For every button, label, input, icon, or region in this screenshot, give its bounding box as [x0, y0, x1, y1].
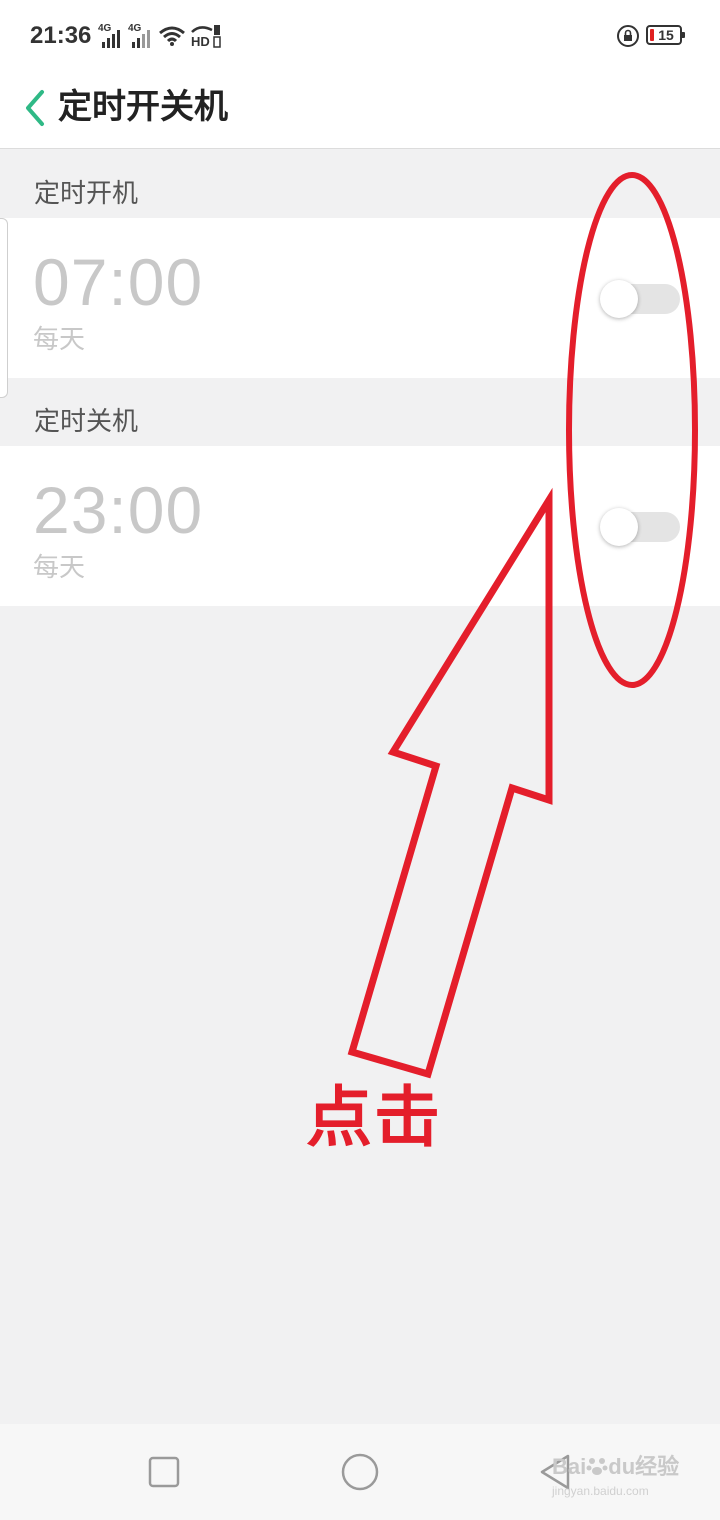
- hd-label: HD: [191, 34, 210, 49]
- power-on-toggle[interactable]: [600, 280, 680, 318]
- signal-icon: 4G: [98, 24, 124, 48]
- power-on-repeat: 每天: [33, 325, 86, 355]
- status-time: 21:36: [30, 22, 92, 49]
- baidu-watermark: Bai du经验: [552, 1454, 679, 1480]
- side-handle[interactable]: [0, 218, 8, 398]
- rotation-lock-icon: [617, 25, 639, 47]
- watermark-suffix: 经验: [635, 1454, 680, 1479]
- power-off-toggle[interactable]: [600, 508, 680, 546]
- toggle-knob: [600, 280, 638, 318]
- title-bar: 定时开关机: [0, 72, 720, 149]
- power-on-card[interactable]: 07:00 每天: [0, 218, 720, 378]
- watermark-brand-2: du: [608, 1454, 636, 1479]
- back-button[interactable]: [18, 80, 58, 136]
- power-off-section-header: 定时关机: [34, 407, 139, 437]
- paw-icon: [586, 1458, 608, 1475]
- home-button[interactable]: [336, 1448, 384, 1496]
- power-on-section-header: 定时开机: [34, 179, 139, 209]
- battery-icon: 15: [646, 25, 685, 45]
- navigation-bar: Bai du经验 jingyan.baidu.com: [0, 1424, 720, 1520]
- toggle-knob: [600, 508, 638, 546]
- watermark-url: jingyan.baidu.com: [552, 1484, 649, 1498]
- recents-button[interactable]: [140, 1448, 188, 1496]
- watermark-brand: Bai: [552, 1454, 587, 1479]
- wifi-icon: [159, 26, 185, 46]
- battery-level: 15: [658, 27, 674, 43]
- status-bar: 21:36 4G 4G HD 15: [0, 0, 720, 72]
- power-off-repeat: 每天: [33, 553, 86, 583]
- page-title: 定时开关机: [58, 87, 228, 127]
- power-off-card[interactable]: 23:00 每天: [0, 446, 720, 606]
- circle-icon: [341, 1453, 379, 1491]
- annotation-text: 点击: [306, 1079, 442, 1156]
- power-off-time: 23:00: [33, 473, 204, 547]
- hd-voice-icon: HD: [190, 24, 222, 49]
- square-icon: [148, 1456, 180, 1488]
- signal-icon: 4G: [128, 24, 154, 48]
- chevron-left-icon: [26, 90, 44, 126]
- power-on-time: 07:00: [33, 245, 204, 319]
